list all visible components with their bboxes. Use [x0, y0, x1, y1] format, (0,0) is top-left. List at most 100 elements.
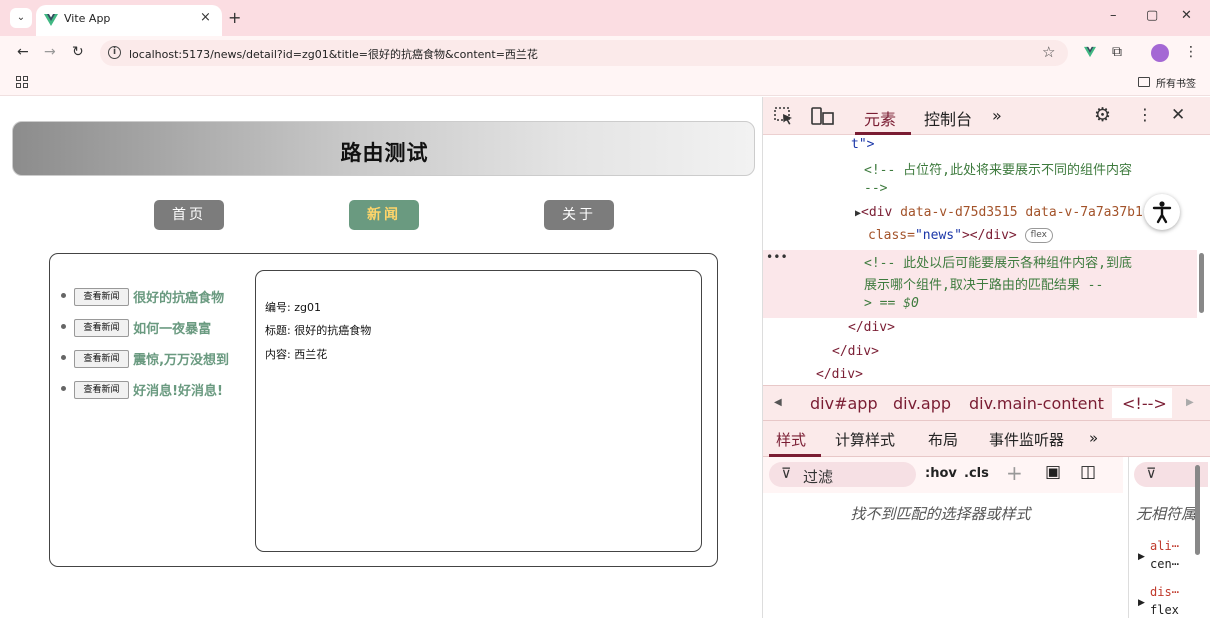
expand-arrow-icon[interactable]: ▶	[1138, 552, 1145, 562]
all-bookmarks-label[interactable]: 所有书签	[1156, 75, 1196, 90]
devtools-more-icon[interactable]: ⋮	[1137, 105, 1153, 124]
flex-badge[interactable]: flex	[1024, 228, 1053, 243]
tab-computed[interactable]: 计算样式	[835, 429, 895, 450]
view-news-button[interactable]: 查看新闻	[74, 287, 129, 306]
close-devtools-icon[interactable]: ✕	[1171, 105, 1185, 125]
code-comment: <!-- 占位符,此处将来要展示不同的组件内容	[864, 163, 1132, 178]
code-comment: 展示哪个组件,取决于路由的匹配结果 --	[864, 278, 1104, 293]
back-button[interactable]: ←	[17, 44, 29, 60]
no-matching-props: 无相符属	[1136, 505, 1197, 523]
devtools-panel: 元素 控制台 » ⚙ ⋮ ✕ ••• t"> <!-- 占位符,此处将来要展示不…	[762, 97, 1210, 618]
filter-icon: ⊽	[1146, 466, 1157, 482]
folder-icon	[1138, 77, 1150, 87]
detail-title: 标题: 很好的抗癌食物	[265, 324, 372, 337]
filter-placeholder: 过滤	[803, 468, 834, 486]
computed-prop-name: dis⋯	[1150, 585, 1179, 599]
no-match-message: 找不到匹配的选择器或样式	[850, 505, 1031, 523]
news-title-link[interactable]: 好消息!好消息!	[133, 380, 223, 399]
code-comment: <!-- 此处以后可能要展示各种组件内容,到底	[864, 256, 1132, 271]
tab-console[interactable]: 控制台	[924, 106, 972, 130]
elements-scrollbar[interactable]	[1199, 253, 1204, 313]
view-news-button[interactable]: 查看新闻	[74, 349, 129, 368]
settings-gear-icon[interactable]: ⚙	[1094, 104, 1111, 126]
tab-menu-icon[interactable]: ⌄	[10, 8, 32, 28]
reload-button[interactable]: ↻	[72, 44, 84, 60]
page-viewport: 路由测试 首页 新闻 关于 查看新闻 很好的抗癌食物 查看新闻 如何一夜暴富 查…	[0, 97, 762, 618]
apps-icon[interactable]	[16, 76, 28, 88]
hov-toggle[interactable]: :hov	[925, 466, 957, 481]
news-item: 查看新闻 好消息!好消息!	[61, 379, 229, 410]
tab-styles[interactable]: 样式	[776, 429, 806, 450]
close-window-button[interactable]: ✕	[1181, 8, 1192, 23]
browser-tab[interactable]: Vite App ×	[36, 5, 222, 36]
tab-layout[interactable]: 布局	[928, 429, 958, 450]
news-title-link[interactable]: 很好的抗癌食物	[133, 287, 224, 306]
code-line-class: class="news"></div> flex	[868, 228, 1053, 243]
restore-button[interactable]: ▢	[1146, 8, 1158, 23]
toggle-sidebar-icon[interactable]: ◫	[1080, 462, 1096, 482]
list-bullet	[61, 324, 66, 329]
accessibility-icon[interactable]	[1144, 194, 1180, 230]
address-bar[interactable]: i localhost:5173/news/detail?id=zg01&tit…	[100, 40, 1068, 66]
styles-filter-input[interactable]: ⊽ 过滤	[769, 462, 916, 487]
nav-link-about[interactable]: 关于	[544, 200, 614, 230]
page-header: 路由测试	[12, 121, 755, 176]
bookmark-bar: 所有书签	[0, 70, 1210, 96]
profile-icon[interactable]	[1151, 44, 1169, 62]
view-news-button[interactable]: 查看新闻	[74, 380, 129, 399]
nav-link-home[interactable]: 首页	[154, 200, 224, 230]
code-comment: -->	[864, 181, 888, 196]
breadcrumb-item[interactable]: div.app	[893, 394, 951, 413]
breadcrumb-left-arrow-icon[interactable]: ◀	[774, 397, 782, 408]
browser-toolbar: ← → ↻ i localhost:5173/news/detail?id=zg…	[0, 36, 1210, 70]
page-title: 路由测试	[340, 141, 429, 165]
news-title-link[interactable]: 震惊,万万没想到	[133, 349, 229, 368]
more-styles-tabs-icon[interactable]: »	[1089, 429, 1098, 447]
news-item: 查看新闻 如何一夜暴富	[61, 317, 229, 348]
paint-format-icon[interactable]: ▣	[1045, 462, 1061, 482]
extensions-icon[interactable]: ⧉	[1112, 44, 1122, 60]
elements-tree: ••• t"> <!-- 占位符,此处将来要展示不同的组件内容 --> ▶<di…	[763, 135, 1210, 385]
code-close-tag: </div>	[816, 367, 863, 382]
cls-toggle[interactable]: .cls	[964, 466, 989, 481]
list-bullet	[61, 386, 66, 391]
nav-link-news[interactable]: 新闻	[349, 200, 419, 230]
tab-strip: ⌄ Vite App × + – ▢ ✕	[0, 0, 1210, 36]
computed-scrollbar[interactable]	[1195, 465, 1200, 555]
detail-content: 内容: 西兰花	[265, 348, 328, 361]
star-icon[interactable]: ☆	[1042, 43, 1055, 61]
styles-tabbar: 样式 计算样式 布局 事件监听器 »	[763, 421, 1210, 457]
code-line-div[interactable]: ▶<div data-v-d75d3515 data-v-7a7a37b1	[855, 205, 1143, 220]
news-list: 查看新闻 很好的抗癌食物 查看新闻 如何一夜暴富 查看新闻 震惊,万万没想到 查…	[61, 286, 229, 410]
code-close-tag: </div>	[832, 344, 879, 359]
computed-prop-value: flex	[1150, 603, 1179, 617]
breadcrumb-item[interactable]: div#app	[810, 394, 878, 413]
computed-sidebar: ⊽ 无相符属 ▶ ali⋯ cen⋯ ▶ dis⋯ flex	[1128, 457, 1210, 618]
breadcrumb-item-selected[interactable]: <!-->	[1122, 394, 1167, 413]
more-tabs-icon[interactable]: »	[992, 106, 1002, 125]
list-bullet	[61, 355, 66, 360]
news-item: 查看新闻 震惊,万万没想到	[61, 348, 229, 379]
info-icon[interactable]: i	[108, 46, 121, 59]
url-text[interactable]: localhost:5173/news/detail?id=zg01&title…	[129, 46, 538, 62]
forward-button[interactable]: →	[44, 44, 56, 60]
news-title-link[interactable]: 如何一夜暴富	[133, 318, 211, 337]
tab-close-icon[interactable]: ×	[200, 10, 211, 25]
dom-breadcrumb: ◀ div#app div.app div.main-content <!-->…	[763, 385, 1210, 421]
tab-event-listeners[interactable]: 事件监听器	[989, 429, 1064, 450]
new-rule-icon[interactable]: +	[1006, 461, 1023, 485]
view-news-button[interactable]: 查看新闻	[74, 318, 129, 337]
node-actions-icon[interactable]: •••	[766, 250, 788, 264]
breadcrumb-item[interactable]: div.main-content	[969, 394, 1104, 413]
more-icon[interactable]: ⋮	[1184, 44, 1198, 60]
expand-arrow-icon[interactable]: ▶	[1138, 598, 1145, 608]
vue-extension-icon[interactable]	[1083, 46, 1097, 58]
inspect-element-icon[interactable]	[774, 107, 794, 125]
tab-elements[interactable]: 元素	[864, 106, 896, 130]
device-toolbar-icon[interactable]	[811, 107, 835, 125]
computed-prop-value: cen⋯	[1150, 557, 1179, 571]
news-item: 查看新闻 很好的抗癌食物	[61, 286, 229, 317]
new-tab-button[interactable]: +	[228, 8, 241, 27]
minimize-button[interactable]: –	[1110, 8, 1117, 23]
breadcrumb-right-arrow-icon[interactable]: ▶	[1186, 397, 1194, 408]
